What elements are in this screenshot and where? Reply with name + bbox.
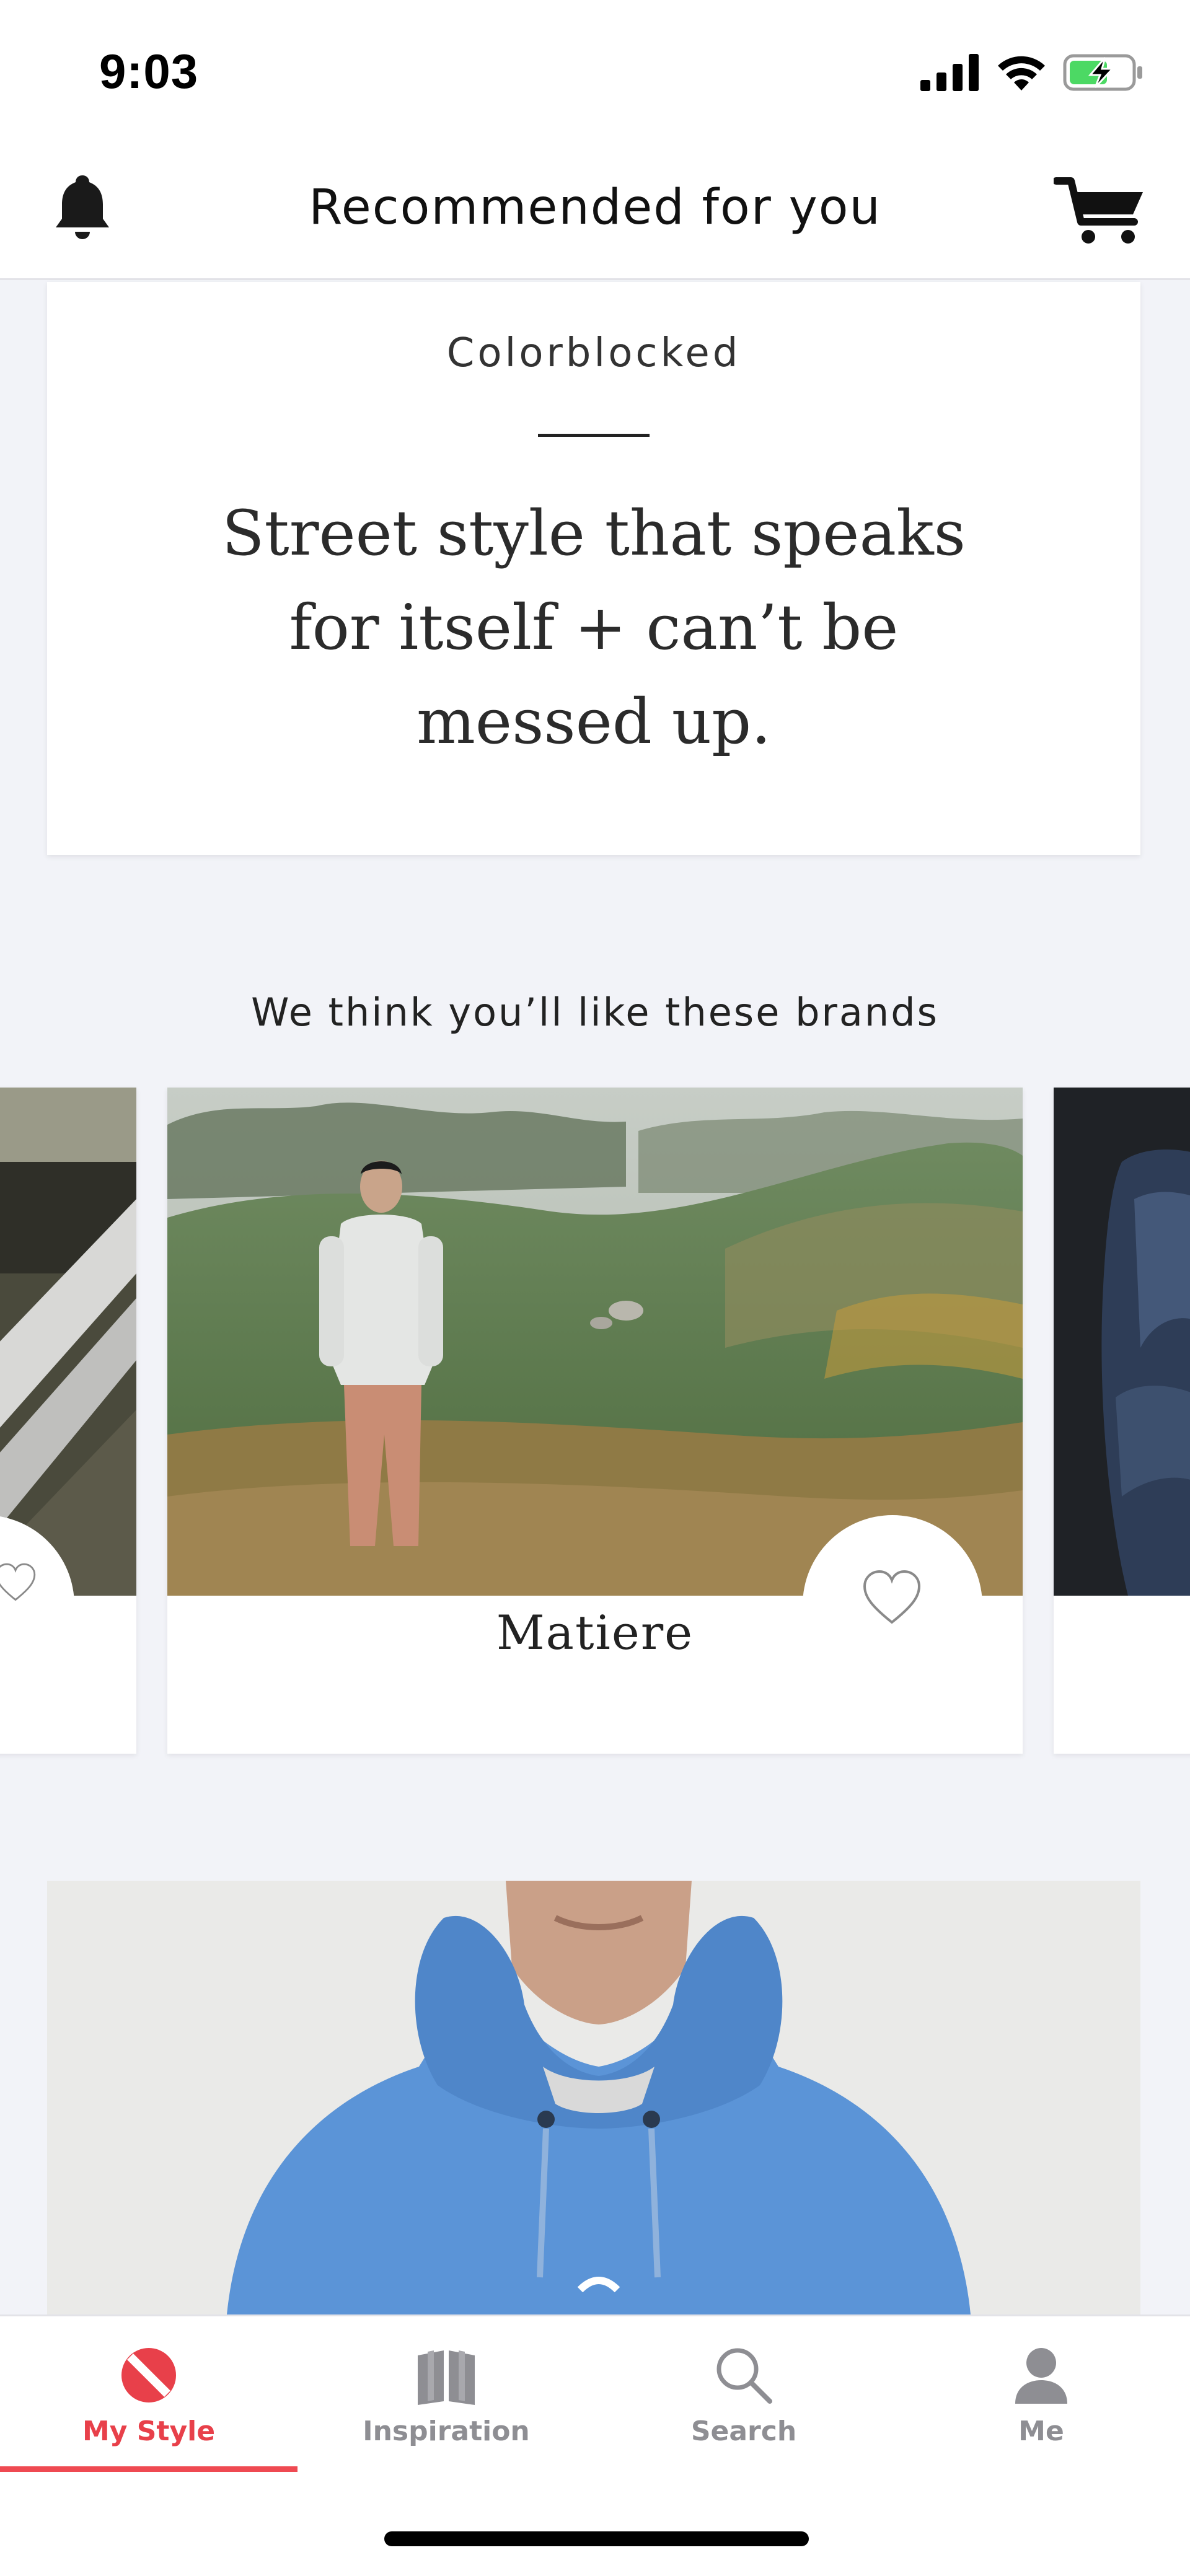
status-bar: 9:03 bbox=[0, 0, 1190, 146]
nav-header: Recommended for you bbox=[0, 146, 1190, 280]
brand-name: Matiere bbox=[496, 1605, 694, 1660]
brands-section-heading: We think you’ll like these brands bbox=[251, 990, 939, 1035]
editorial-headline: Street style that speaks for itself + ca… bbox=[222, 497, 966, 758]
heart-icon[interactable] bbox=[0, 1562, 37, 1605]
cellular-signal-icon bbox=[920, 54, 979, 91]
tab-me[interactable]: Me bbox=[892, 2316, 1190, 2471]
home-indicator[interactable] bbox=[384, 2531, 809, 2546]
person-icon bbox=[1015, 2348, 1067, 2404]
tab-label: Inspiration bbox=[363, 2416, 530, 2447]
editorial-eyebrow: Colorblocked bbox=[446, 330, 741, 376]
tab-my-style[interactable]: My Style bbox=[0, 2316, 298, 2472]
tab-label: My Style bbox=[82, 2416, 216, 2447]
brand-photo bbox=[0, 1088, 136, 1596]
status-icons bbox=[920, 51, 1144, 94]
brand-card[interactable] bbox=[0, 1088, 136, 1754]
brand-card[interactable] bbox=[1054, 1088, 1190, 1754]
tab-inspiration[interactable]: Inspiration bbox=[298, 2316, 595, 2471]
battery-charging-icon bbox=[1063, 54, 1142, 91]
product-card[interactable] bbox=[47, 1881, 1140, 2314]
active-tab-indicator bbox=[0, 2466, 298, 2472]
tab-label: Search bbox=[690, 2416, 797, 2447]
brand-photo bbox=[1054, 1088, 1190, 1596]
search-icon bbox=[716, 2348, 772, 2404]
divider bbox=[538, 434, 650, 437]
brand-name-area bbox=[1054, 1596, 1190, 1754]
product-photo bbox=[47, 1881, 1140, 2314]
cart-icon[interactable] bbox=[1054, 174, 1147, 248]
book-icon bbox=[418, 2350, 475, 2405]
my-style-icon bbox=[121, 2348, 176, 2402]
wifi-icon bbox=[998, 56, 1045, 90]
editorial-card[interactable]: Colorblocked Street style that speaks fo… bbox=[47, 282, 1140, 855]
brand-card[interactable]: Matiere bbox=[167, 1088, 1023, 1754]
page-title: Recommended for you bbox=[309, 180, 881, 235]
status-time: 9:03 bbox=[99, 44, 199, 99]
tab-label: Me bbox=[1018, 2416, 1064, 2447]
tab-search[interactable]: Search bbox=[595, 2316, 892, 2471]
